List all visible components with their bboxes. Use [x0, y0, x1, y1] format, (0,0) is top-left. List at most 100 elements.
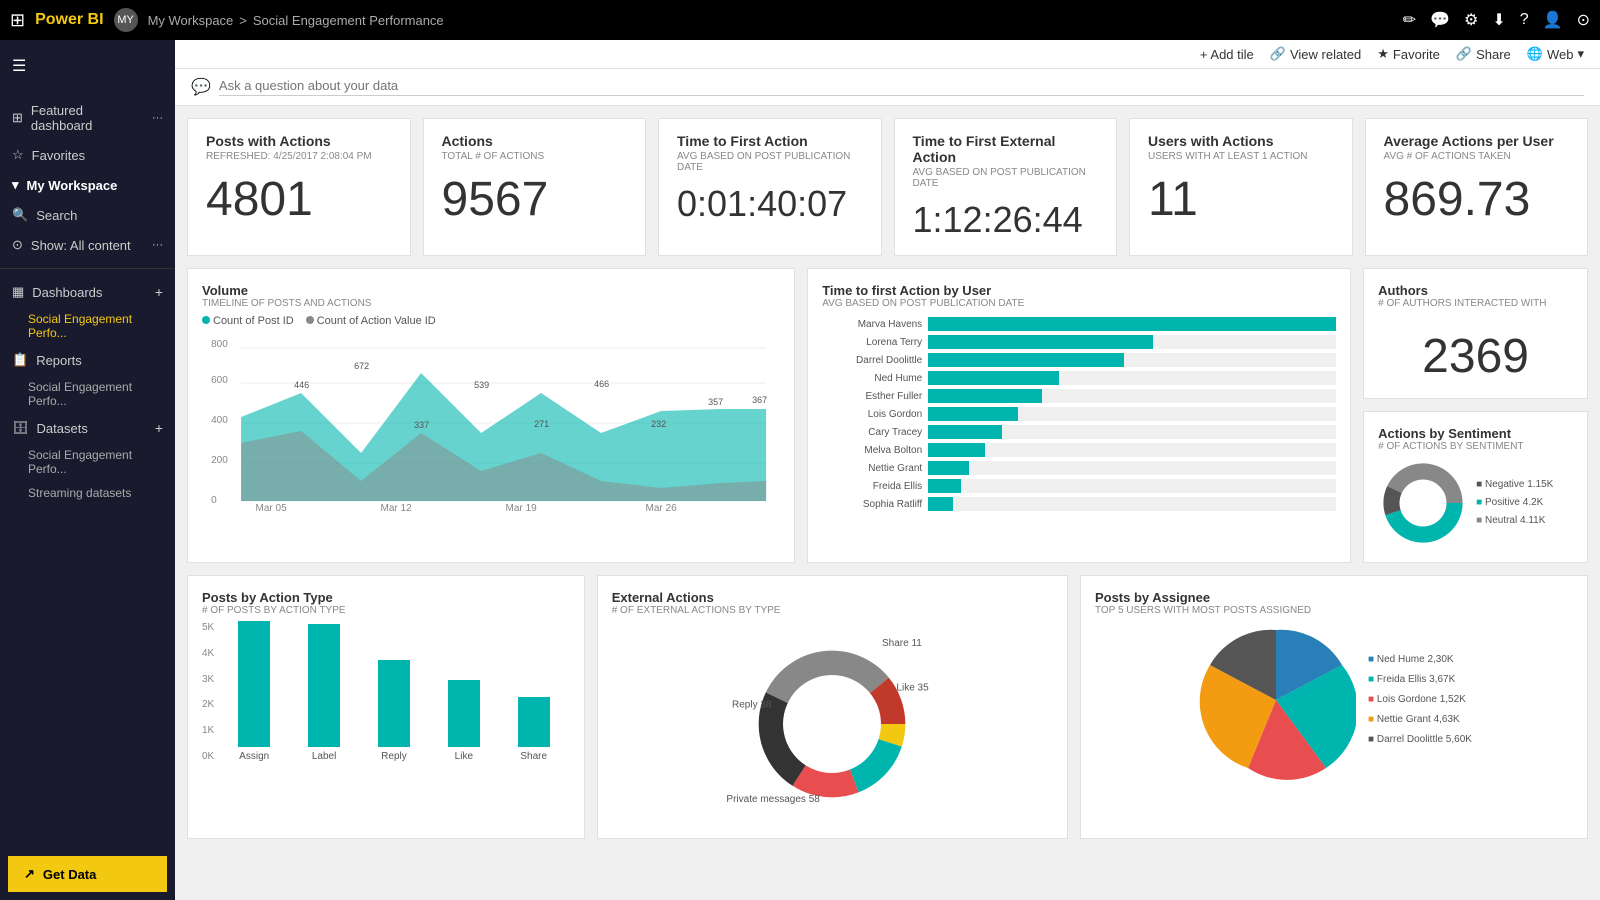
svg-text:400: 400 [211, 415, 228, 426]
sentiment-subtitle: # OF ACTIONS BY SENTIMENT [1378, 441, 1573, 452]
apps-icon[interactable]: ⊞ [10, 10, 25, 31]
kpi-avg-actions[interactable]: Average Actions per User AVG # OF ACTION… [1365, 118, 1589, 256]
svg-text:Mar 12: Mar 12 [381, 503, 413, 513]
neutral-label: Neutral 4.11K [1485, 515, 1545, 526]
user-bar-row: Esther Fuller [822, 389, 1336, 403]
kpi-value: 869.73 [1384, 172, 1570, 227]
volume-chart[interactable]: Volume TIMELINE OF POSTS AND ACTIONS Cou… [187, 268, 795, 563]
sidebar-show-all[interactable]: ⊙ Show: All content ··· [0, 230, 175, 260]
my-workspace-label: My Workspace [27, 178, 118, 193]
authors-title: Authors [1378, 283, 1573, 298]
kpi-value: 11 [1148, 172, 1334, 227]
sidebar-sub-dashboard[interactable]: Social Engagement Perfo... [0, 307, 175, 345]
kpi-posts-with-actions[interactable]: Posts with Actions REFRESHED: 4/25/2017 … [187, 118, 411, 256]
share-button[interactable]: 🔗 Share [1456, 46, 1511, 62]
kpi-users-with-actions[interactable]: Users with Actions USERS WITH AT LEAST 1… [1129, 118, 1353, 256]
breadcrumb-separator: > [239, 13, 247, 28]
svg-text:337: 337 [414, 420, 429, 430]
sidebar-search[interactable]: 🔍 Search [0, 200, 175, 230]
user-bar-row: Lorena Terry [822, 335, 1336, 349]
view-related-button[interactable]: 🔗 View related [1270, 46, 1362, 62]
web-button[interactable]: 🌐 Web ▾ [1527, 46, 1584, 62]
external-subtitle: # OF EXTERNAL ACTIONS BY TYPE [612, 605, 1053, 616]
breadcrumb-workspace[interactable]: My Workspace [148, 13, 234, 28]
svg-text:Mar 05: Mar 05 [256, 503, 288, 513]
chevron-down-icon: ▾ [12, 177, 19, 193]
help-icon[interactable]: ? [1520, 11, 1529, 29]
kpi-actions[interactable]: Actions TOTAL # OF ACTIONS 9567 [423, 118, 647, 256]
posts-action-title: Posts by Action Type [202, 590, 570, 605]
sidebar-item-my-workspace[interactable]: ▾ My Workspace [0, 170, 175, 200]
comment-icon[interactable]: 💬 [1430, 10, 1450, 30]
authors-subtitle: # OF AUTHORS INTERACTED WITH [1378, 298, 1573, 309]
sidebar-item-datasets[interactable]: 🗄 Datasets + [0, 413, 175, 443]
user-bar-row: Nettie Grant [822, 461, 1336, 475]
datasets-label: Datasets [37, 421, 88, 436]
svg-text:446: 446 [294, 380, 309, 390]
dashboard-toolbar: + Add tile 🔗 View related ★ Favorite 🔗 S… [175, 40, 1600, 69]
featured-more-icon[interactable]: ··· [152, 112, 163, 124]
dashboard-sub-label: Social Engagement Perfo... [28, 312, 163, 340]
user-bar-row: Ned Hume [822, 371, 1336, 385]
bottom-row: Posts by Action Type # OF POSTS BY ACTIO… [187, 575, 1588, 839]
dashboard-icon: ⊞ [12, 110, 23, 126]
user-bar-row: Darrel Doolittle [822, 353, 1336, 367]
volume-subtitle: TIMELINE OF POSTS AND ACTIONS [202, 298, 780, 309]
external-donut: Share 11 Like 35 Reply 38 Private messag… [702, 624, 962, 824]
edit-icon[interactable]: ✏ [1403, 10, 1416, 30]
featured-dashboard-label: Featured dashboard [31, 103, 144, 133]
svg-text:539: 539 [474, 380, 489, 390]
settings-icon[interactable]: ⚙ [1464, 10, 1478, 30]
sidebar-item-reports[interactable]: 📋 Reports [0, 345, 175, 375]
sentiment-card[interactable]: Actions by Sentiment # OF ACTIONS BY SEN… [1363, 411, 1588, 563]
sidebar-sub-dataset1[interactable]: Social Engagement Perfo... [0, 443, 175, 481]
assignee-subtitle: TOP 5 USERS WITH MOST POSTS ASSIGNED [1095, 605, 1573, 616]
sidebar-sub-streaming[interactable]: Streaming datasets [0, 481, 175, 505]
add-dashboard-icon[interactable]: + [155, 284, 163, 300]
download-icon[interactable]: ⬇ [1492, 10, 1505, 30]
avatar[interactable]: MY [114, 8, 138, 32]
time-user-chart[interactable]: Time to first Action by User AVG BASED O… [807, 268, 1351, 563]
kpi-title: Actions [442, 133, 628, 149]
volume-title: Volume [202, 283, 780, 298]
search-label: Search [36, 208, 77, 223]
kpi-value: 9567 [442, 172, 628, 227]
authors-card[interactable]: Authors # OF AUTHORS INTERACTED WITH 236… [1363, 268, 1588, 399]
svg-text:357: 357 [708, 397, 723, 407]
account-icon[interactable]: ⊙ [1577, 10, 1590, 30]
svg-text:672: 672 [354, 361, 369, 371]
assignee-2: Lois Gordone 1,52K [1377, 694, 1466, 705]
assignee-3: Nettie Grant 4,63K [1377, 714, 1460, 725]
posts-action-subtitle: # OF POSTS BY ACTION TYPE [202, 605, 570, 616]
kpi-subtitle: AVG # OF ACTIONS TAKEN [1384, 151, 1570, 162]
posts-action-chart[interactable]: Posts by Action Type # OF POSTS BY ACTIO… [187, 575, 585, 839]
qa-icon: 💬 [191, 77, 211, 97]
user-icon[interactable]: 👤 [1543, 10, 1563, 30]
posts-assignee-chart[interactable]: Posts by Assignee TOP 5 USERS WITH MOST … [1080, 575, 1588, 839]
show-more-icon[interactable]: ··· [152, 239, 163, 251]
svg-text:Like 35: Like 35 [897, 683, 930, 694]
get-data-button[interactable]: ↗ Get Data [8, 856, 167, 892]
qa-bar: 💬 [175, 69, 1600, 106]
add-tile-button[interactable]: + Add tile [1200, 47, 1254, 62]
search-icon: 🔍 [12, 207, 28, 223]
qa-input[interactable] [219, 78, 1584, 96]
kpi-time-first-action[interactable]: Time to First Action AVG BASED ON POST P… [658, 118, 882, 256]
sidebar-sub-report[interactable]: Social Engagement Perfo... [0, 375, 175, 413]
dataset-sub1-label: Social Engagement Perfo... [28, 448, 163, 476]
user-bar-row: Freida Ellis [822, 479, 1336, 493]
sidebar-item-dashboards[interactable]: ▦ Dashboards + [0, 277, 175, 307]
svg-text:271: 271 [534, 419, 549, 429]
sidebar-menu-toggle[interactable]: ☰ [0, 48, 175, 84]
favorite-button[interactable]: ★ Favorite [1377, 46, 1440, 62]
powerbi-logo: Power BI [35, 11, 103, 29]
kpi-subtitle: AVG BASED ON POST PUBLICATION DATE [913, 167, 1099, 189]
user-bar-chart: Marva Havens Lorena Terry Darrel Doolitt… [822, 317, 1336, 511]
topbar-icons: ✏ 💬 ⚙ ⬇ ? 👤 ⊙ [1403, 10, 1590, 30]
breadcrumb: My Workspace > Social Engagement Perform… [148, 13, 1393, 28]
sidebar-item-featured-dashboard[interactable]: ⊞ Featured dashboard ··· [0, 96, 175, 140]
sidebar-item-favorites[interactable]: ☆ Favorites [0, 140, 175, 170]
external-actions-chart[interactable]: External Actions # OF EXTERNAL ACTIONS B… [597, 575, 1068, 839]
kpi-time-external[interactable]: Time to First External Action AVG BASED … [894, 118, 1118, 256]
add-dataset-icon[interactable]: + [155, 420, 163, 436]
